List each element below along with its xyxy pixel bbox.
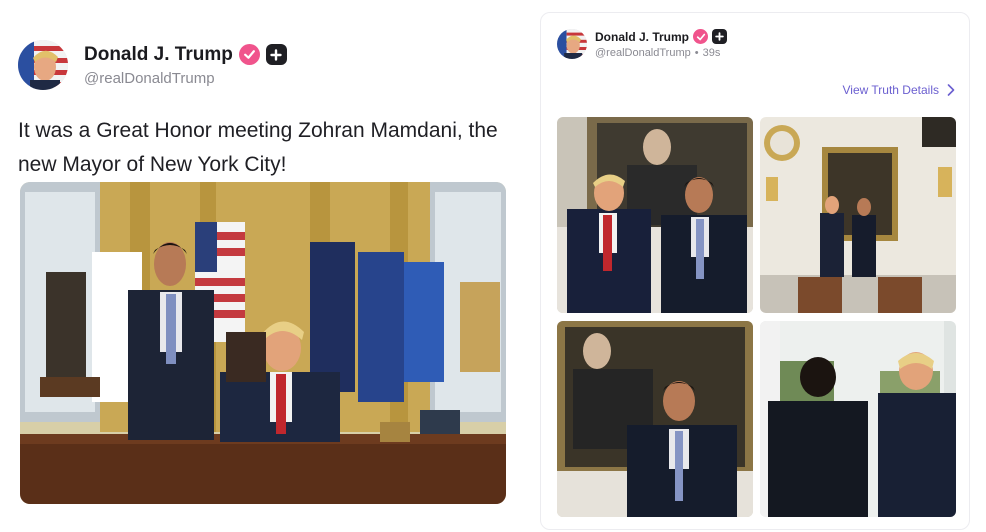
timestamp[interactable]: 39s — [703, 47, 721, 59]
avatar-image — [557, 29, 587, 59]
left-post: Donald J. Trump @realDonaldTrump It was … — [18, 38, 510, 504]
media-tile[interactable] — [557, 321, 753, 517]
verified-check-icon — [238, 44, 260, 65]
avatar-image — [18, 40, 68, 90]
chevron-right-icon — [947, 84, 955, 96]
view-truth-details-link[interactable]: View Truth Details — [843, 83, 956, 97]
oval-office-photo — [20, 182, 506, 504]
photo-room-wide — [760, 117, 956, 313]
display-name[interactable]: Donald J. Trump — [595, 30, 689, 44]
plus-badge-icon — [712, 29, 728, 44]
verified-check-icon — [693, 29, 709, 44]
post-text: It was a Great Honor meeting Zohran Mamd… — [18, 119, 498, 176]
separator-dot: • — [694, 47, 699, 59]
media-grid — [557, 117, 956, 517]
photo-two-men-portrait — [557, 117, 753, 313]
photo-window-back-view — [760, 321, 956, 517]
handle[interactable]: @realDonaldTrump — [595, 47, 691, 59]
photo-single-man-portrait — [557, 321, 753, 517]
view-details-label: View Truth Details — [842, 83, 940, 97]
avatar[interactable] — [18, 40, 68, 90]
card-header: Donald J. Trump @realDonaldTrump • 39s — [557, 29, 728, 59]
media-tile[interactable] — [760, 321, 956, 517]
media-tile[interactable] — [760, 117, 956, 313]
avatar[interactable] — [557, 29, 587, 59]
handle[interactable]: @realDonaldTrump — [84, 70, 287, 87]
media-tile[interactable] — [557, 117, 753, 313]
display-name[interactable]: Donald J. Trump — [84, 44, 233, 66]
post-header: Donald J. Trump @realDonaldTrump — [18, 38, 510, 92]
truth-card: Donald J. Trump @realDonaldTrump • 39s V… — [540, 12, 970, 530]
post-image[interactable] — [20, 182, 506, 504]
plus-badge-icon — [265, 44, 287, 65]
